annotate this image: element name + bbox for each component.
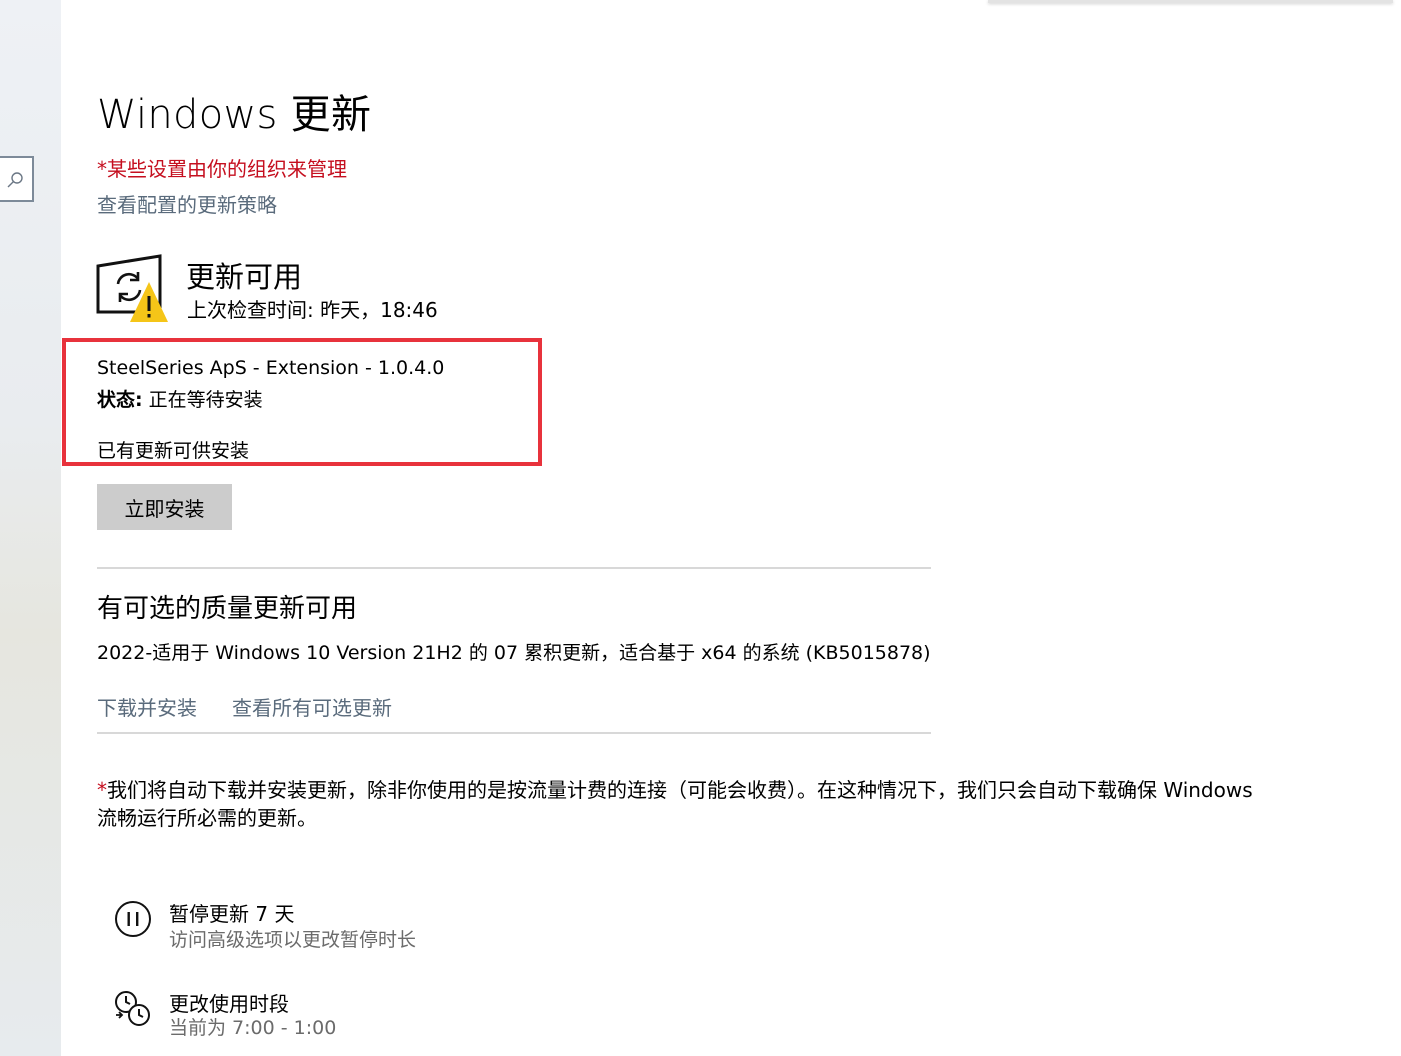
- updates-available-text: 已有更新可供安装: [97, 440, 250, 462]
- install-now-button[interactable]: 立即安装: [97, 484, 232, 530]
- org-managed-note: *某些设置由你的组织来管理: [97, 157, 347, 181]
- footnote-star: *: [97, 778, 107, 802]
- last-check-time: 上次检查时间: 昨天，18:46: [187, 298, 438, 322]
- state-label: 状态:: [97, 389, 143, 411]
- optional-update-item: 2022-适用于 Windows 10 Version 21H2 的 07 累积…: [97, 642, 931, 664]
- pause-updates-subtitle: 访问高级选项以更改暂停时长: [169, 929, 417, 951]
- search-icon: [7, 172, 23, 188]
- footnote-text: 我们将自动下载并安装更新，除非你使用的是按流量计费的连接（可能会收费）。在这种情…: [97, 778, 1253, 830]
- search-box[interactable]: [0, 156, 34, 202]
- optional-updates-title: 有可选的质量更新可用: [97, 594, 358, 624]
- page-title: Windows 更新: [97, 92, 372, 138]
- update-state: 状态: 正在等待安装: [97, 385, 263, 412]
- view-policies-link[interactable]: 查看配置的更新策略: [97, 189, 277, 218]
- update-warning-icon: [96, 254, 168, 322]
- state-value: 正在等待安装: [142, 389, 263, 411]
- divider: [97, 567, 931, 569]
- active-hours-icon[interactable]: [112, 988, 152, 1028]
- pause-icon[interactable]: [113, 899, 153, 939]
- pause-updates-title[interactable]: 暂停更新 7 天: [169, 898, 294, 927]
- view-all-optional-link[interactable]: 查看所有可选更新: [232, 692, 392, 721]
- divider: [97, 732, 931, 734]
- download-install-link[interactable]: 下载并安装: [97, 692, 197, 721]
- auto-update-footnote: *我们将自动下载并安装更新，除非你使用的是按流量计费的连接（可能会收费）。在这种…: [97, 776, 1257, 832]
- status-title: 更新可用: [186, 260, 303, 294]
- active-hours-subtitle: 当前为 7:00 - 1:00: [169, 1017, 337, 1039]
- update-name: SteelSeries ApS - Extension - 1.0.4.0: [97, 357, 445, 379]
- window-edge: [988, 0, 1393, 3]
